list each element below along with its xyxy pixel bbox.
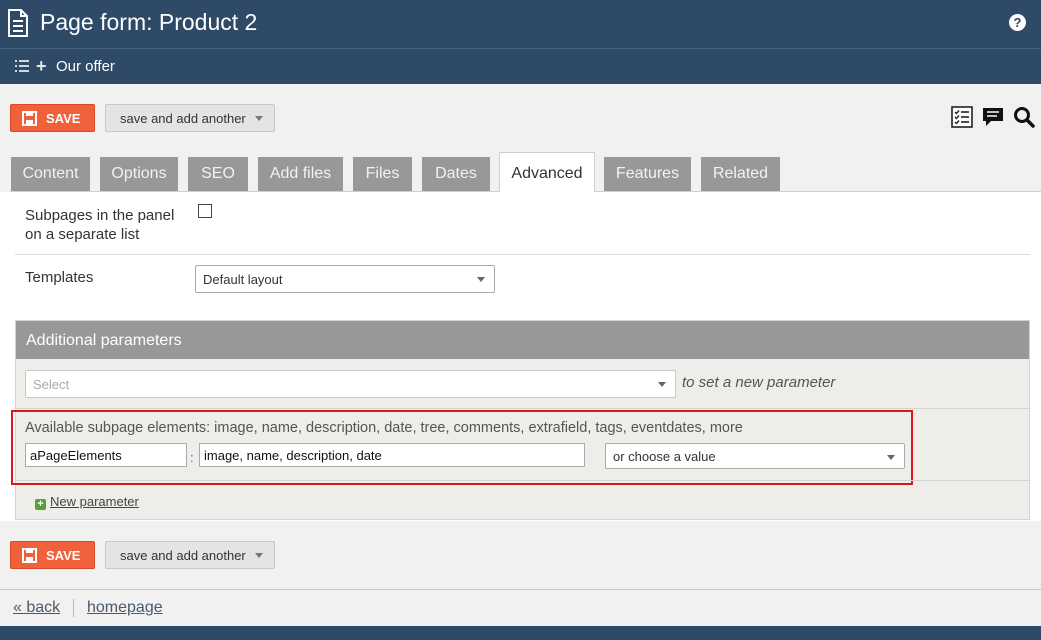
chevron-down-icon[interactable]	[255, 553, 263, 558]
panel-title: Additional parameters	[26, 332, 182, 349]
choose-value-select[interactable]: or choose a value	[605, 443, 905, 469]
footer-links: « back homepage	[0, 590, 1041, 626]
save-and-add-another-button-bottom[interactable]: save and add another	[105, 541, 275, 569]
save-and-add-another-label: save and add another	[120, 548, 246, 563]
save-and-add-another-label: save and add another	[120, 111, 246, 126]
parameter-select[interactable]: Select	[25, 370, 676, 398]
list-icon[interactable]	[15, 59, 29, 73]
breadcrumb: + Our offer	[0, 48, 1041, 84]
subpages-checkbox[interactable]	[198, 204, 212, 218]
tab-seo[interactable]: SEO	[188, 157, 248, 191]
chevron-down-icon[interactable]	[255, 116, 263, 121]
title-bar: Page form: Product 2 ?	[0, 0, 1041, 48]
breadcrumb-item-our-offer[interactable]: Our offer	[56, 58, 115, 75]
panel-divider	[16, 408, 1029, 409]
footer-separator	[73, 599, 74, 617]
comment-icon[interactable]	[982, 106, 1004, 128]
available-elements-text: Available subpage elements: image, name,…	[25, 420, 743, 436]
plus-icon: +	[35, 499, 46, 510]
checklist-icon[interactable]	[951, 106, 973, 128]
tab-advanced[interactable]: Advanced	[499, 152, 595, 192]
param-separator: :	[190, 450, 194, 465]
tab-dates[interactable]: Dates	[422, 157, 490, 191]
tab-files[interactable]: Files	[353, 157, 412, 191]
document-icon	[8, 9, 28, 37]
new-parameter-link[interactable]: + New parameter	[35, 494, 139, 510]
panel-header: Additional parameters	[16, 321, 1029, 359]
bottom-bar	[0, 626, 1041, 640]
plus-icon[interactable]: +	[36, 57, 47, 75]
tab-features[interactable]: Features	[604, 157, 691, 191]
parameter-hint: to set a new parameter	[682, 374, 836, 391]
chevron-down-icon	[658, 382, 666, 387]
templates-select-value: Default layout	[203, 272, 283, 287]
param-value-input[interactable]: image, name, description, date	[199, 443, 585, 467]
templates-select[interactable]: Default layout	[195, 265, 495, 293]
help-icon[interactable]: ?	[1009, 14, 1026, 31]
choose-value-label: or choose a value	[613, 449, 716, 464]
parameter-select-placeholder: Select	[33, 377, 70, 392]
templates-label: Templates	[25, 269, 94, 286]
panel-divider	[16, 480, 1029, 481]
floppy-icon	[22, 548, 37, 563]
save-button-bottom[interactable]: SAVE	[10, 541, 95, 569]
back-link[interactable]: « back	[13, 599, 60, 617]
chevron-down-icon	[477, 277, 485, 282]
page-title: Page form: Product 2	[40, 9, 258, 35]
row-divider	[15, 254, 1030, 255]
param-name-input[interactable]: aPageElements	[25, 443, 187, 467]
floppy-icon	[22, 111, 37, 126]
save-button-label: SAVE	[46, 111, 81, 126]
tab-related[interactable]: Related	[701, 157, 780, 191]
tab-add-files[interactable]: Add files	[258, 157, 343, 191]
chevron-down-icon	[887, 455, 895, 460]
save-button-label: SAVE	[46, 548, 81, 563]
tab-options[interactable]: Options	[100, 157, 178, 191]
tab-content[interactable]: Content	[11, 157, 90, 191]
search-icon[interactable]	[1013, 106, 1035, 128]
save-button[interactable]: SAVE	[10, 104, 95, 132]
new-parameter-label[interactable]: New parameter	[50, 494, 139, 509]
save-and-add-another-button[interactable]: save and add another	[105, 104, 275, 132]
homepage-link[interactable]: homepage	[87, 599, 163, 617]
subpages-label: Subpages in the panel on a separate list	[25, 207, 175, 243]
